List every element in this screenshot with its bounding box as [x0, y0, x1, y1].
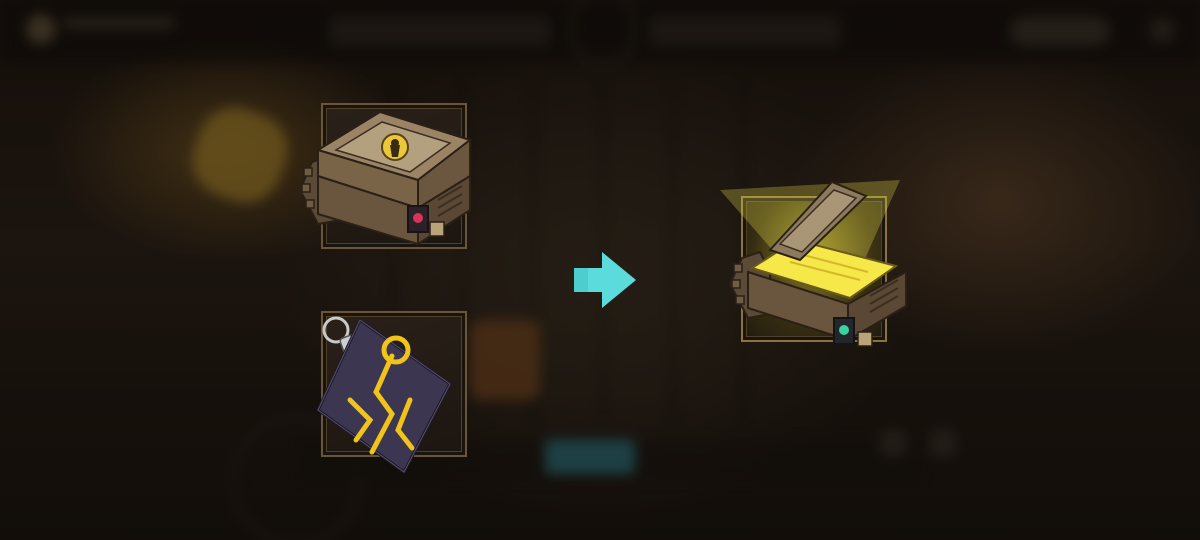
- opened-chest-icon: [720, 180, 907, 347]
- game-scene: [0, 0, 1200, 540]
